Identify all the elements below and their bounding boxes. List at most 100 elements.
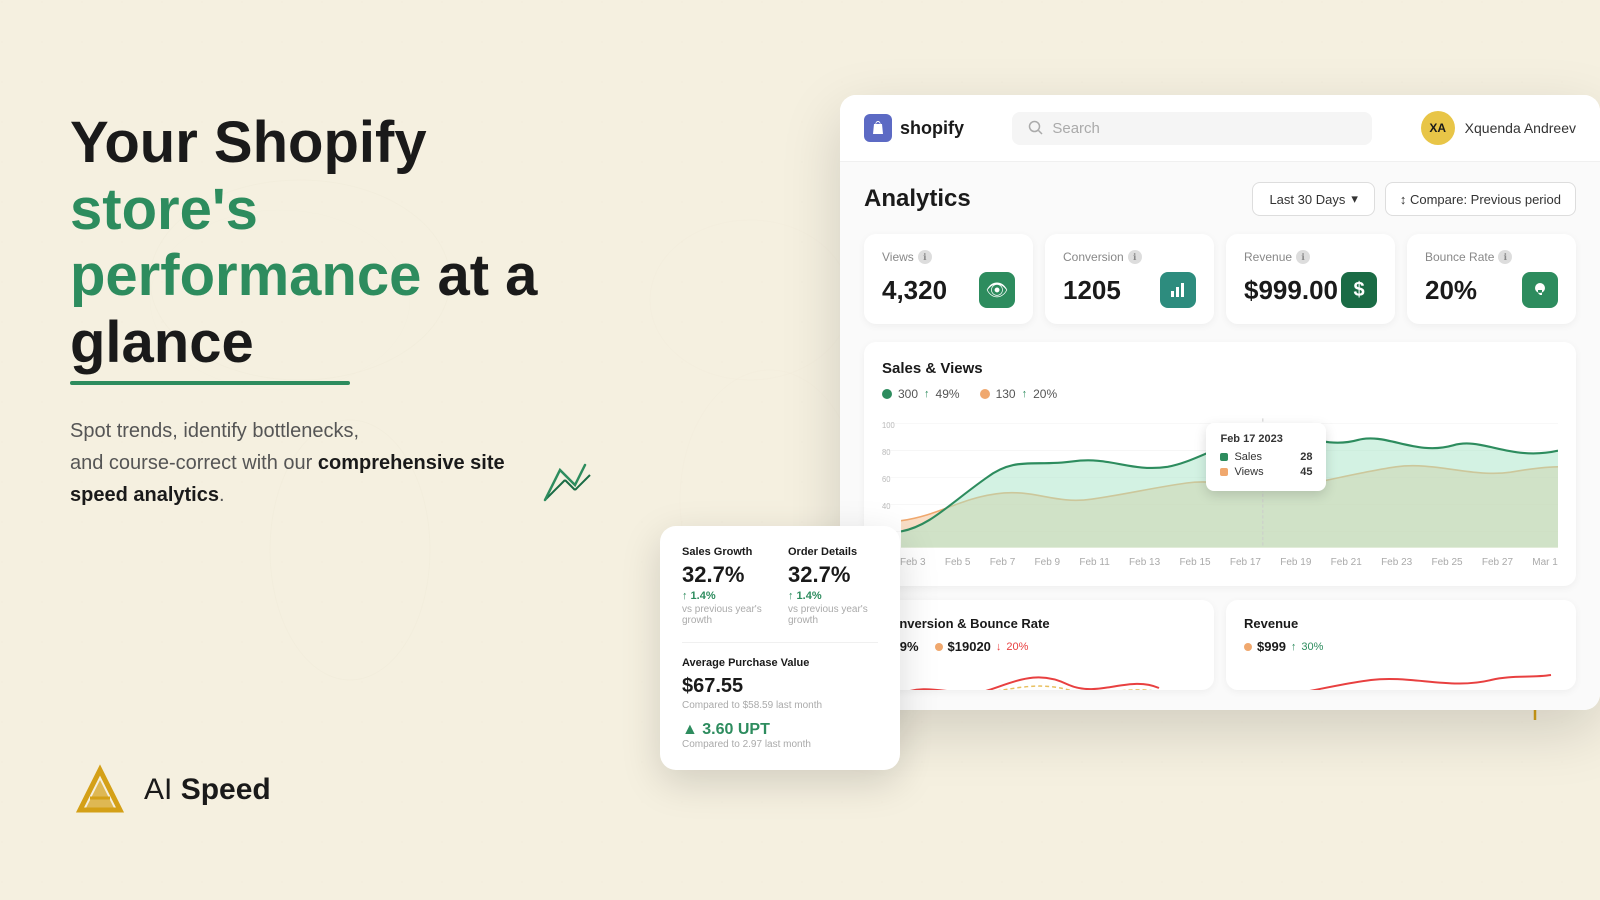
metric-card-views: Views ℹ 4,320 👁 — [864, 234, 1033, 324]
fg-sales-growth-value: 32.7% — [682, 562, 772, 588]
info-icon-views: ℹ — [918, 250, 932, 264]
bottom-card-revenue: Revenue $999 ↑ 30% — [1226, 600, 1576, 690]
metric-icon-conversion — [1160, 272, 1196, 308]
date-range-label: Last 30 Days — [1269, 192, 1345, 207]
underline-decoration — [70, 381, 350, 385]
metric-card-revenue: Revenue ℹ $999.00 $ — [1226, 234, 1395, 324]
metric-value-row-revenue: $999.00 $ — [1244, 272, 1377, 308]
metric-label-bounce: Bounce Rate ℹ — [1425, 250, 1558, 264]
metric-value-row-conversion: 1205 — [1063, 272, 1196, 308]
metric-label-views: Views ℹ — [882, 250, 1015, 264]
fg-apv-sub: Compared to $58.59 last month — [682, 700, 878, 711]
date-range-button[interactable]: Last 30 Days ▾ — [1252, 182, 1374, 216]
legend-dot-views — [980, 389, 990, 399]
metric-value-revenue: $999.00 — [1244, 275, 1338, 306]
info-icon-conversion: ℹ — [1128, 250, 1142, 264]
bm-down-arrow: ↓ — [996, 641, 1002, 653]
fg-order-details-up: ↑ 1.4% — [788, 590, 878, 602]
chart-x-axis: Feb 3 Feb 5 Feb 7 Feb 9 Feb 11 Feb 13 Fe… — [882, 557, 1558, 568]
compare-label: ↕ Compare: Previous period — [1400, 192, 1561, 207]
hero-plain2: at a — [437, 243, 537, 308]
chart-section: Sales & Views 300 ↑ 49% 130 ↑ 20% — [864, 342, 1576, 586]
fg-sales-growth: Sales Growth 32.7% ↑ 1.4% vs previous ye… — [682, 546, 772, 626]
bm-19020-value: $19020 — [948, 639, 991, 654]
bm-up-30: ↑ — [1291, 641, 1297, 653]
dashboard-card: shopify Search XA Xquenda Andreev Analyt… — [840, 95, 1600, 710]
logo-icon — [70, 760, 130, 820]
bm-dot-orange — [935, 643, 943, 651]
logo-text: AI Speed — [144, 773, 271, 807]
hero-line3: glance — [70, 310, 254, 375]
shopify-logo: shopify — [864, 114, 964, 142]
analytics-header: Analytics Last 30 Days ▾ ↕ Compare: Prev… — [864, 182, 1576, 216]
tooltip-dot-views — [1220, 468, 1228, 476]
metric-icon-views: 👁 — [979, 272, 1015, 308]
info-icon-revenue: ℹ — [1296, 250, 1310, 264]
hero-line1: Your Shopify store's — [70, 110, 427, 242]
legend-sales-arrow: ↑ — [924, 388, 930, 400]
metric-label-revenue: Revenue ℹ — [1244, 250, 1377, 264]
logo-speed: Speed — [172, 773, 270, 806]
legend-sales-value: 300 — [898, 387, 918, 401]
tooltip-row-sales: Sales 28 — [1220, 451, 1312, 463]
shopify-brand-name: shopify — [900, 118, 964, 139]
search-bar[interactable]: Search — [1012, 112, 1372, 145]
analytics-title: Analytics — [864, 185, 971, 213]
metrics-row: Views ℹ 4,320 👁 Conversion ℹ 1205 — [864, 234, 1576, 324]
tooltip-views-label: Views — [1234, 466, 1263, 478]
fg-order-details-sub: vs previous year's growth — [788, 604, 878, 626]
deco-squiggle-green — [540, 460, 590, 510]
bm-down-20: 20% — [1006, 641, 1028, 653]
header-controls: Last 30 Days ▾ ↕ Compare: Previous perio… — [1252, 182, 1576, 216]
legend-dot-sales — [882, 389, 892, 399]
tooltip-row-views: Views 45 — [1220, 466, 1312, 478]
fg-order-details-label: Order Details — [788, 546, 878, 558]
hero-title: Your Shopify store's performance at a gl… — [70, 110, 600, 385]
left-panel: Your Shopify store's performance at a gl… — [70, 110, 600, 511]
floating-grid: Sales Growth 32.7% ↑ 1.4% vs previous ye… — [682, 546, 878, 626]
floating-card: Sales Growth 32.7% ↑ 1.4% vs previous ye… — [660, 526, 900, 770]
tooltip-sales-value: 28 — [1300, 451, 1312, 463]
chart-tooltip: Feb 17 2023 Sales 28 Views 45 — [1206, 423, 1326, 491]
hero-green2: performance — [70, 243, 421, 308]
chart-legend: 300 ↑ 49% 130 ↑ 20% — [882, 387, 1558, 401]
hero-subtitle: Spot trends, identify bottlenecks,and co… — [70, 415, 550, 511]
metric-value-conversion: 1205 — [1063, 275, 1121, 306]
logo-ai: AI — [144, 773, 172, 806]
metric-value-row-views: 4,320 👁 — [882, 272, 1015, 308]
fg-sales-growth-up: ↑ 1.4% — [682, 590, 772, 602]
bm-dot-rev — [1244, 643, 1252, 651]
shopify-bag-icon — [864, 114, 892, 142]
user-avatar: XA — [1421, 111, 1455, 145]
chart-title: Sales & Views — [882, 360, 1558, 377]
user-name: Xquenda Andreev — [1465, 120, 1576, 136]
svg-text:40: 40 — [882, 501, 891, 511]
metric-icon-bounce — [1522, 272, 1558, 308]
fg-apv-value: $67.55 — [682, 675, 878, 698]
bm-30pct: 30% — [1301, 641, 1323, 653]
bottom-metrics-revenue: $999 ↑ 30% — [1244, 639, 1558, 654]
bottom-card-conversion-title: Conversion & Bounce Rate — [882, 616, 1196, 631]
tooltip-views-value: 45 — [1300, 466, 1312, 478]
legend-sales: 300 ↑ 49% — [882, 387, 960, 401]
dashboard-wrapper: shopify Search XA Xquenda Andreev Analyt… — [840, 95, 1600, 710]
svg-text:80: 80 — [882, 448, 891, 458]
logo-area: AI Speed — [70, 760, 271, 820]
bottom-card-revenue-title: Revenue — [1244, 616, 1558, 631]
tooltip-sales-label: Sales — [1234, 451, 1262, 463]
fg-upt-sub: Compared to 2.97 last month — [682, 739, 878, 750]
fg-apv-label: Average Purchase Value — [682, 657, 878, 669]
metric-card-conversion: Conversion ℹ 1205 — [1045, 234, 1214, 324]
legend-sales-pct: 49% — [936, 387, 960, 401]
fg-upt-row: ▲ 3.60 UPT — [682, 721, 878, 739]
tooltip-dot-sales — [1220, 453, 1228, 461]
metric-card-bounce: Bounce Rate ℹ 20% — [1407, 234, 1576, 324]
user-area: XA Xquenda Andreev — [1421, 111, 1576, 145]
fg-sales-growth-label: Sales Growth — [682, 546, 772, 558]
bm-999: $999 ↑ 30% — [1244, 639, 1323, 654]
subtitle-text1: Spot trends, identify bottlenecks,and co… — [70, 420, 359, 474]
svg-text:60: 60 — [882, 475, 891, 485]
compare-button[interactable]: ↕ Compare: Previous period — [1385, 182, 1576, 216]
bottom-metrics-conversion: ↑ 49% $19020 ↓ 20% — [882, 639, 1196, 654]
dashboard-header: shopify Search XA Xquenda Andreev — [840, 95, 1600, 162]
